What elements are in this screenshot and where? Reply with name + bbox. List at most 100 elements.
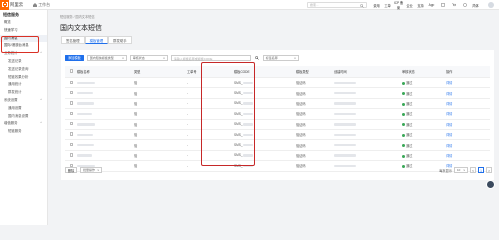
logo[interactable]: 阿里云 bbox=[0, 0, 23, 10]
select-all-checkbox[interactable] bbox=[65, 69, 77, 73]
detail-link[interactable]: 详情 bbox=[446, 111, 486, 116]
template-table: 模板名称 类型 工单号 模板CODE 模板类型 创建时间 审核状态 操作 验 -… bbox=[65, 66, 490, 172]
nav-icp[interactable]: ICP 备案 bbox=[393, 0, 404, 10]
nav-enterprise[interactable]: 企业 bbox=[404, 3, 415, 8]
created-time-cell bbox=[334, 143, 402, 147]
batch-action-select[interactable]: 批量操作 v bbox=[80, 167, 102, 173]
nav-ticket[interactable]: 工单 bbox=[382, 3, 393, 8]
template-search-placeholder: 请输入模板名称或模板CODE bbox=[173, 56, 213, 61]
type-cell: 验 bbox=[134, 91, 138, 96]
detail-link[interactable]: 详情 bbox=[446, 153, 486, 158]
tag-filter-label: 标签名称 bbox=[265, 55, 278, 60]
sidebar-item-general-stats[interactable]: 通用统计 bbox=[0, 81, 47, 89]
nav-message-icon[interactable] bbox=[437, 2, 448, 8]
nav-support[interactable]: 支持 bbox=[415, 3, 426, 8]
table-row: 验 - SMS_ 验证码 通过 详情 bbox=[65, 151, 490, 162]
tab-signature[interactable]: 签名管理 bbox=[61, 36, 85, 44]
sidebar-item-shortlink[interactable]: 短链服务 bbox=[0, 128, 47, 136]
nav-cart-icon[interactable] bbox=[448, 2, 459, 8]
nav-fee[interactable]: 费用 bbox=[371, 3, 382, 8]
row-checkbox[interactable] bbox=[65, 90, 77, 95]
column-header: 模板类型 bbox=[296, 70, 309, 74]
sidebar-item-send-records[interactable]: 发送记录 bbox=[0, 58, 47, 66]
detail-link[interactable]: 详情 bbox=[446, 91, 486, 96]
row-checkbox[interactable] bbox=[65, 153, 77, 157]
status-filter-label: 审核状态 bbox=[132, 55, 145, 60]
search-icon[interactable] bbox=[254, 55, 260, 61]
success-status-icon bbox=[402, 154, 405, 158]
detail-link[interactable]: 详情 bbox=[446, 132, 486, 137]
template-search-input[interactable]: 请输入模板名称或模板CODE bbox=[170, 54, 251, 61]
type-filter-select[interactable]: 国内短信模板类型 v bbox=[86, 54, 127, 61]
top-bar: 阿里云 工作台 搜索... 费用 工单 ICP 备案 企业 支持 App 简体 bbox=[0, 0, 499, 10]
sidebar: 短信服务 概览 快速学习 国内消息 国际/港澳台消息 业务统计 ^ 发送记录 发… bbox=[0, 10, 48, 225]
created-time-cell bbox=[334, 101, 402, 105]
column-header: 模板名称 bbox=[77, 70, 90, 74]
sidebar-item-domestic-settings[interactable]: 国内消息设置 bbox=[0, 113, 47, 121]
success-status-icon bbox=[402, 144, 405, 148]
detail-link[interactable]: 详情 bbox=[446, 101, 486, 106]
sidebar-item-record-query[interactable]: 发送记录查询 bbox=[0, 66, 47, 74]
next-page-button[interactable]: > bbox=[486, 167, 492, 173]
status-cell: 通过 bbox=[402, 80, 446, 85]
template-kind-cell: 验证码 bbox=[296, 112, 306, 117]
created-time-cell bbox=[334, 91, 402, 95]
column-header: 操作 bbox=[446, 70, 453, 74]
nav-help-icon[interactable] bbox=[459, 2, 470, 8]
chat-assistant-button[interactable] bbox=[486, 180, 495, 189]
status-filter-select[interactable]: 审核状态 v bbox=[129, 54, 168, 61]
row-checkbox[interactable] bbox=[65, 132, 77, 136]
column-header: 审核状态 bbox=[402, 70, 415, 74]
chevron-down-icon: v bbox=[294, 55, 296, 60]
success-status-icon bbox=[402, 92, 405, 96]
tag-filter-select[interactable]: 标签名称 v bbox=[262, 54, 299, 61]
success-status-icon bbox=[402, 81, 405, 85]
row-checkbox[interactable] bbox=[65, 80, 77, 85]
avatar[interactable] bbox=[488, 2, 494, 8]
global-search-input[interactable]: 搜索... bbox=[307, 2, 367, 8]
page-size-label: 每页显示 bbox=[439, 168, 452, 173]
workbench-link[interactable]: 工作台 bbox=[33, 2, 50, 8]
type-cell: 验 bbox=[134, 153, 138, 158]
search-icon[interactable] bbox=[360, 4, 364, 8]
row-checkbox[interactable] bbox=[65, 111, 77, 116]
sidebar-group-settings[interactable]: 系统设置 ^ bbox=[0, 97, 47, 105]
detail-link[interactable]: 详情 bbox=[446, 122, 486, 127]
table-row: 验 - SMS_ 验证码 通过 详情 bbox=[65, 140, 490, 151]
add-template-button[interactable]: 添加模板 bbox=[65, 54, 84, 61]
detail-link[interactable]: 详情 bbox=[446, 143, 486, 148]
template-name-cell bbox=[77, 101, 134, 105]
sidebar-item-shortlink-analysis[interactable]: 短链效果分析 bbox=[0, 74, 47, 82]
workbench-label: 工作台 bbox=[38, 1, 51, 7]
row-checkbox[interactable] bbox=[65, 101, 77, 105]
page-size-select[interactable]: 10 v bbox=[454, 167, 468, 173]
row-checkbox[interactable] bbox=[65, 122, 77, 126]
chevron-down-icon: v bbox=[463, 168, 466, 172]
detail-link[interactable]: 详情 bbox=[446, 80, 486, 85]
page-number-button[interactable]: 1 bbox=[478, 167, 484, 173]
tab-template[interactable]: 模板管理 bbox=[84, 36, 109, 44]
page-title: 国内文本短信 bbox=[60, 25, 102, 32]
sidebar-item-general-settings[interactable]: 通用设置 bbox=[0, 105, 47, 113]
template-name-cell bbox=[77, 153, 134, 157]
sidebar-item-bulk-stats[interactable]: 群发统计 bbox=[0, 89, 47, 97]
home-icon bbox=[33, 2, 38, 7]
tab-bar: 签名管理 模板管理 群发助手 bbox=[61, 36, 132, 44]
column-header: 创建时间 bbox=[334, 70, 347, 74]
sidebar-group-value-added[interactable]: 增值服务 ^ bbox=[0, 120, 47, 128]
prev-page-button[interactable]: < bbox=[470, 167, 476, 173]
sidebar-group-value-added-label: 增值服务 bbox=[4, 121, 18, 126]
delete-button[interactable]: 删除 bbox=[65, 167, 77, 173]
logo-icon bbox=[0, 0, 9, 10]
template-kind-cell: 验证码 bbox=[296, 81, 306, 86]
nav-app[interactable]: App bbox=[426, 3, 437, 7]
created-time-cell bbox=[334, 122, 402, 126]
template-name-cell bbox=[77, 81, 134, 85]
chevron-down-icon: v bbox=[163, 55, 165, 60]
row-checkbox[interactable] bbox=[65, 142, 77, 147]
sidebar-item-overview[interactable]: 概览 bbox=[0, 19, 47, 27]
tab-bulk-assistant[interactable]: 群发助手 bbox=[108, 36, 132, 44]
nav-language[interactable]: 简体 bbox=[470, 3, 481, 8]
sidebar-item-quickstart[interactable]: 快速学习 bbox=[0, 27, 47, 35]
table-header: 模板名称 类型 工单号 模板CODE 模板类型 创建时间 审核状态 操作 bbox=[65, 66, 490, 78]
